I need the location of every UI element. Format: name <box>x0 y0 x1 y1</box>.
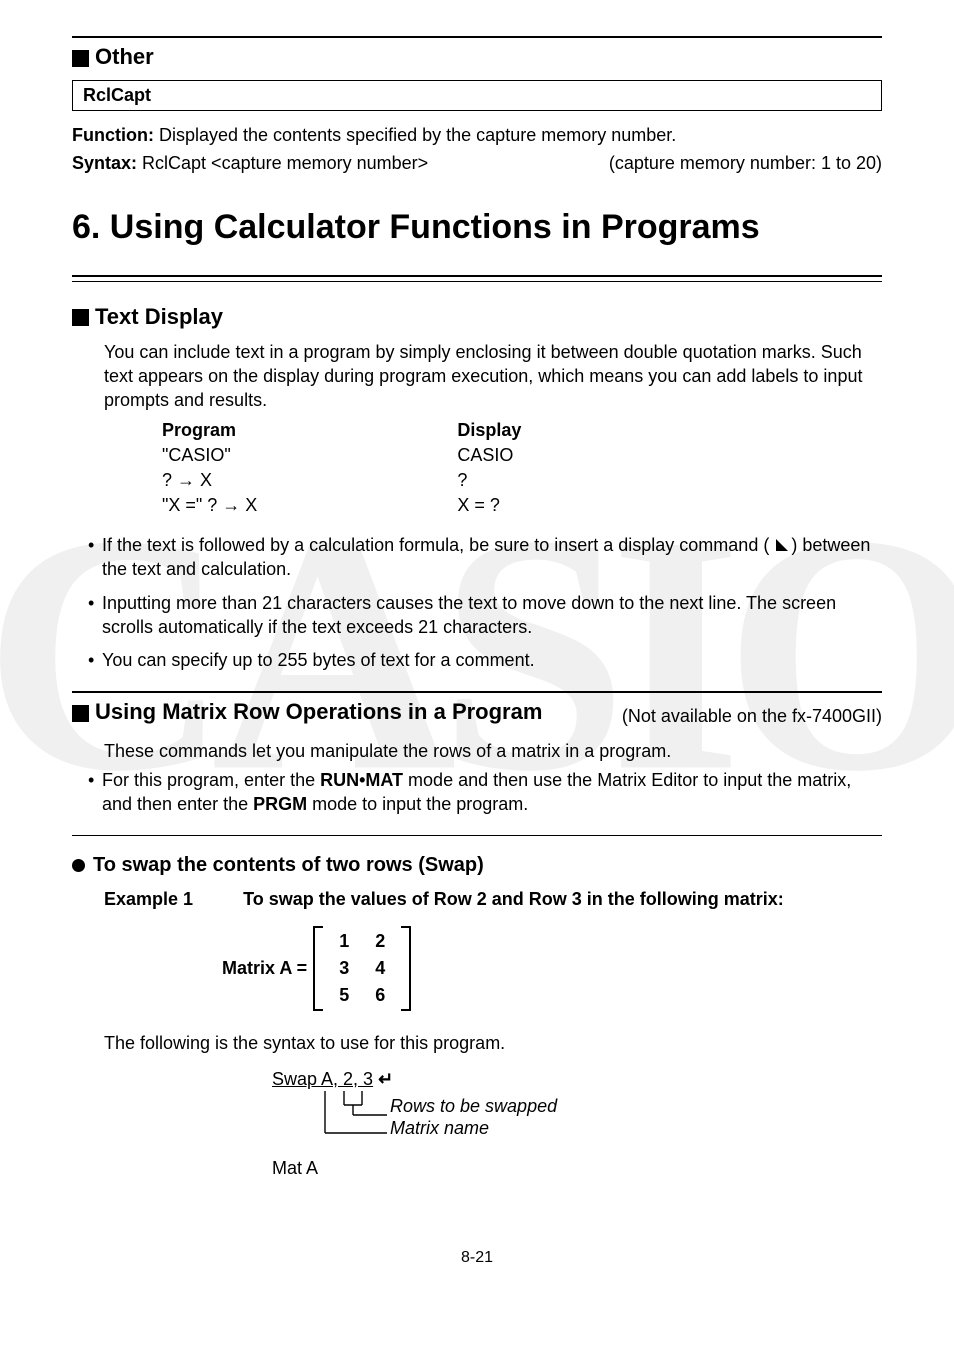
matrix-label: Matrix A = <box>222 958 307 979</box>
matrix-ops-bullets: • For this program, enter the RUN•MAT mo… <box>88 769 882 817</box>
text-display-bullets: • If the text is followed by a calculati… <box>88 534 882 673</box>
table-cell: "X =" ? → X <box>162 495 257 516</box>
list-item: • You can specify up to 255 bytes of tex… <box>88 649 882 673</box>
bullet-icon: • <box>88 592 102 640</box>
matrix-body: 12 34 56 <box>323 926 401 1011</box>
function-line: Function: Displayed the contents specifi… <box>72 123 882 147</box>
swap-title: To swap the contents of two rows (Swap) <box>93 854 484 877</box>
matrix-cell: 5 <box>339 985 349 1006</box>
example-line: Example 1 To swap the values of Row 2 an… <box>104 889 882 910</box>
bullet-icon: • <box>88 534 102 582</box>
syntax-text: RclCapt <capture memory number> <box>137 153 428 173</box>
annotation-rows: Rows to be swapped <box>390 1095 954 1118</box>
rule-top <box>72 36 882 38</box>
list-item: • For this program, enter the RUN•MAT mo… <box>88 769 882 817</box>
command-box: RclCapt <box>72 80 882 111</box>
text-display-intro: You can include text in a program by sim… <box>104 340 882 413</box>
matrix-display: Matrix A = 12 34 56 <box>222 926 882 1011</box>
list-item: • Inputting more than 21 characters caus… <box>88 592 882 640</box>
function-label: Function: <box>72 125 154 145</box>
program-column: Program "CASIO" ? → X "X =" ? → X <box>162 420 257 516</box>
syntax-right-note: (capture memory number: 1 to 20) <box>609 151 882 175</box>
syntax-line: Syntax: RclCapt <capture memory number> … <box>72 151 882 175</box>
bullet-text: Inputting more than 21 characters causes… <box>102 592 882 640</box>
page-number: 8-21 <box>72 1249 882 1267</box>
rule-under-title-1 <box>72 275 882 277</box>
table-cell: ? → X <box>162 470 257 491</box>
bullet-text: For this program, enter the RUN•MAT mode… <box>102 769 882 817</box>
dot-icon <box>72 859 85 872</box>
table-cell: X = ? <box>457 495 521 516</box>
swap-command-text: Swap A, 2, 3 <box>272 1069 373 1089</box>
table-cell: ? <box>457 470 521 491</box>
matrix-cell: 3 <box>339 958 349 979</box>
right-bracket-icon <box>401 926 411 1011</box>
square-bullet-icon <box>72 705 89 722</box>
bullet-1a: If the text is followed by a calculation… <box>102 535 774 555</box>
command-name: RclCapt <box>83 85 151 105</box>
section-other-heading: Other <box>72 44 882 70</box>
bullet-text: You can specify up to 255 bytes of text … <box>102 649 882 673</box>
swap-syntax-block: Swap A, 2, 3 ↵ Rows to be swapped Matrix… <box>272 1069 882 1221</box>
b1d: PRGM <box>253 794 307 814</box>
display-column: Display CASIO ? X = ? <box>457 420 521 516</box>
left-bracket-icon <box>313 926 323 1011</box>
bullet-icon: • <box>88 769 102 817</box>
list-item: • If the text is followed by a calculati… <box>88 534 882 582</box>
rule-sec3 <box>72 691 882 693</box>
b1b: RUN•MAT <box>320 770 403 790</box>
square-bullet-icon <box>72 50 89 67</box>
rule-swap <box>72 835 882 836</box>
function-text: Displayed the contents specified by the … <box>154 125 676 145</box>
table-cell: "CASIO" <box>162 445 257 466</box>
return-icon: ↵ <box>378 1069 393 1089</box>
swap-heading: To swap the contents of two rows (Swap) <box>72 854 882 877</box>
matrix-cell: 1 <box>339 931 349 952</box>
display-command-icon <box>776 539 788 551</box>
mat-a-line: Mat A <box>272 1158 882 1179</box>
bullet-icon: • <box>88 649 102 673</box>
table-row: 12 <box>339 928 385 955</box>
swap-command-line: Swap A, 2, 3 ↵ <box>272 1069 882 1090</box>
col-head-display: Display <box>457 420 521 441</box>
example-text: To swap the values of Row 2 and Row 3 in… <box>243 889 882 910</box>
table-cell: CASIO <box>457 445 521 466</box>
matrix-cell: 2 <box>375 931 385 952</box>
b1a: For this program, enter the <box>102 770 320 790</box>
availability-note: (Not available on the fx-7400GII) <box>622 706 882 727</box>
table-row: 34 <box>339 955 385 982</box>
annotation-name: Matrix name <box>390 1117 954 1140</box>
section-other-title: Other <box>95 44 154 70</box>
section-matrix-ops-title: Using Matrix Row Operations in a Program <box>95 699 542 725</box>
chapter-title: 6. Using Calculator Functions in Program… <box>72 208 882 247</box>
table-row: 56 <box>339 982 385 1009</box>
program-display-table: Program "CASIO" ? → X "X =" ? → X Displa… <box>162 420 882 516</box>
matrix-cell: 4 <box>375 958 385 979</box>
swap-syntax-intro: The following is the syntax to use for t… <box>104 1031 882 1055</box>
col-head-program: Program <box>162 420 257 441</box>
syntax-label: Syntax: <box>72 153 137 173</box>
section-matrix-ops-heading: Using Matrix Row Operations in a Program… <box>72 699 882 727</box>
matrix-cell: 6 <box>375 985 385 1006</box>
square-bullet-icon <box>72 309 89 326</box>
example-label: Example 1 <box>104 889 193 910</box>
matrix-ops-p1: These commands let you manipulate the ro… <box>104 739 882 763</box>
b1e: mode to input the program. <box>307 794 528 814</box>
section-text-display-title: Text Display <box>95 304 223 330</box>
section-text-display-heading: Text Display <box>72 304 882 330</box>
rule-under-title-2 <box>72 281 882 282</box>
bullet-text: If the text is followed by a calculation… <box>102 534 882 582</box>
